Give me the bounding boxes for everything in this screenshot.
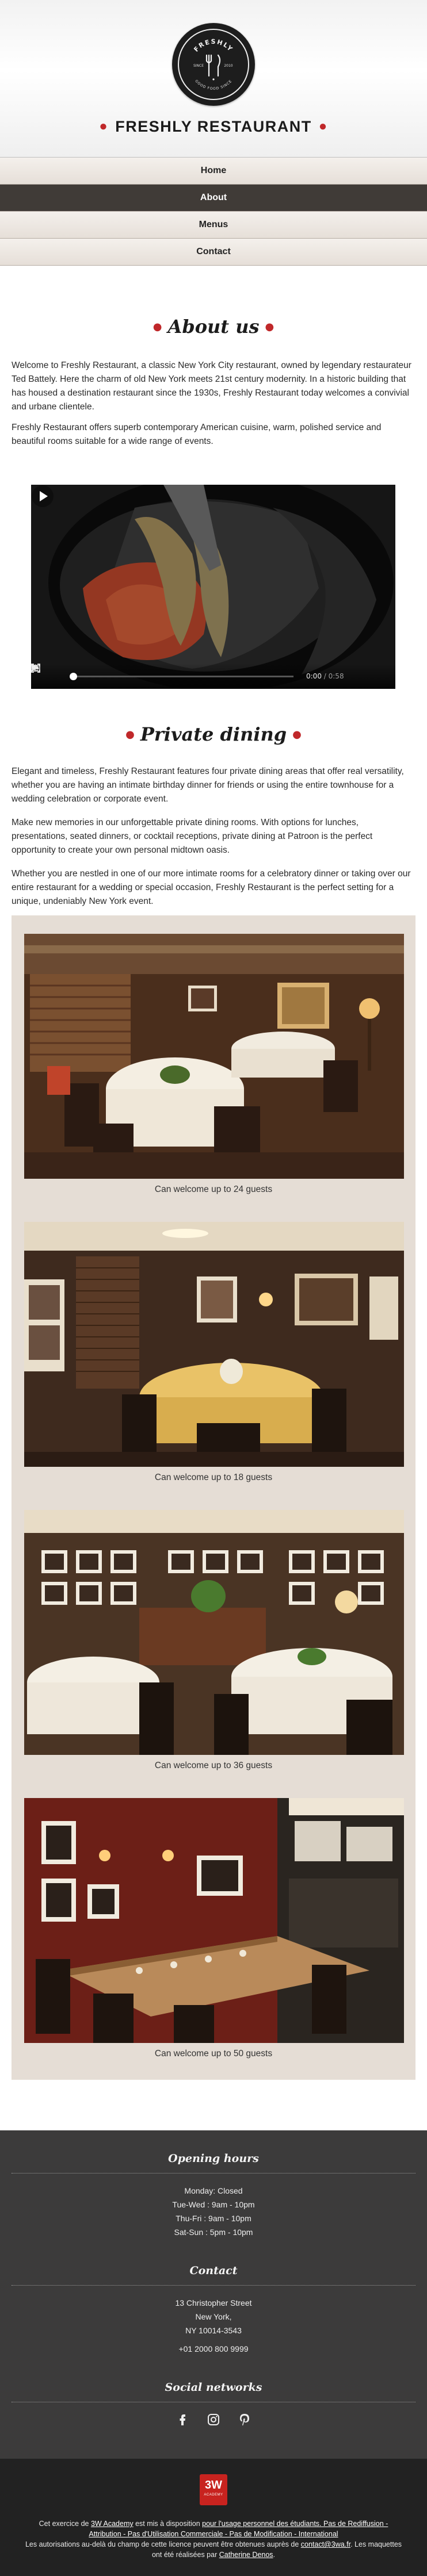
bullet-icon: ● <box>152 321 162 333</box>
svg-text:FRESHLY: FRESHLY <box>192 38 234 53</box>
dining-paragraph: Elegant and timeless, Freshly Restaurant… <box>12 766 404 804</box>
restaurant-logo[interactable]: FRESHLY GOOD FOOD SINCE SINCE 2010 <box>172 23 255 106</box>
video-current-time: 0:00 <box>306 672 322 680</box>
phone-number[interactable]: +01 2000 800 9999 <box>0 2342 427 2356</box>
about-title: ● About us ● <box>0 316 427 338</box>
pinterest-icon[interactable] <box>238 2413 251 2426</box>
hours-line: Thu-Fri : 9am - 10pm <box>176 2214 251 2223</box>
play-icon[interactable] <box>31 485 54 508</box>
room-card: Can welcome up to 50 guests <box>24 1798 404 2063</box>
room-caption: Can welcome up to 24 guests <box>154 1184 273 1194</box>
address-line: 13 Christopher Street <box>175 2298 252 2307</box>
private-dining-title-text: Private dining <box>140 723 287 745</box>
room-card: Can welcome up to 24 guests <box>24 934 404 1198</box>
nav-item-menus[interactable]: Menus <box>0 212 427 239</box>
bullet-icon: ● <box>292 729 302 741</box>
hours-line: Sat-Sun : 5pm - 10pm <box>174 2228 253 2237</box>
site-header: FRESHLY GOOD FOOD SINCE SINCE 2010 ● FRES… <box>0 0 427 157</box>
about-paragraph: Welcome to Freshly Restaurant, a classic… <box>12 361 411 412</box>
room-caption: Can welcome up to 36 guests <box>154 1761 273 1770</box>
main-navigation: Home About Menus Contact <box>0 157 427 266</box>
site-title-text: FRESHLY RESTAURANT <box>115 118 312 135</box>
dining-room-image <box>24 1798 404 2043</box>
logo-left-text: SINCE <box>193 64 204 68</box>
room-card: Can welcome up to 18 guests <box>24 1222 404 1486</box>
room-caption: Can welcome up to 50 guests <box>154 2049 273 2058</box>
3w-academy-logo[interactable]: 3W ACADEMY <box>200 2474 227 2505</box>
about-title-text: About us <box>167 316 260 338</box>
divider <box>12 2285 415 2286</box>
video-time: 0:00 / 0:58 <box>306 672 344 680</box>
hours-line: Tue-Wed : 9am - 10pm <box>172 2200 255 2209</box>
contact-email-link[interactable]: contact@3wa.fr <box>301 2540 350 2548</box>
fullscreen-icon[interactable] <box>31 664 40 673</box>
facebook-icon[interactable] <box>176 2413 189 2426</box>
dining-paragraph: Whether you are nestled in one of our mo… <box>12 869 411 906</box>
3w-academy-link[interactable]: 3W Academy <box>91 2520 134 2528</box>
nav-item-about[interactable]: About <box>0 185 427 212</box>
room-photo[interactable] <box>24 1798 404 2043</box>
room-photo[interactable] <box>24 934 404 1179</box>
video-duration: 0:58 <box>328 672 344 680</box>
dining-paragraph: Make new memories in our unforgettable p… <box>12 818 373 855</box>
license-text-part: Les autorisations au-delà du champ de ce… <box>25 2540 301 2548</box>
rooms-gallery: Can welcome up to 24 guests Can welcome … <box>12 915 415 2080</box>
video-player[interactable]: 0:00 / 0:58 <box>31 485 395 689</box>
3w-badge-sub: ACADEMY <box>204 2493 223 2497</box>
opening-hours-list: Monday: Closed Tue-Wed : 9am - 10pm Thu-… <box>0 2184 427 2239</box>
contact-list: 13 Christopher Street New York, NY 10014… <box>0 2296 427 2356</box>
bullet-icon: ● <box>125 729 135 741</box>
3w-badge-main: 3W <box>205 2479 222 2491</box>
address-line: NY 10014-3543 <box>185 2326 242 2335</box>
video-progress-bar[interactable] <box>70 673 293 680</box>
instagram-icon[interactable] <box>207 2413 220 2426</box>
room-caption: Can welcome up to 18 guests <box>154 1473 273 1482</box>
license-text-part: Cet exercice de <box>39 2520 91 2528</box>
social-links <box>0 2413 427 2426</box>
nav-item-contact[interactable]: Contact <box>0 239 427 266</box>
knife-icon <box>217 54 221 77</box>
dining-room-image <box>24 1510 404 1755</box>
site-footer: Opening hours Monday: Closed Tue-Wed : 9… <box>0 2130 427 2459</box>
logo-emblem: FRESHLY GOOD FOOD SINCE SINCE 2010 <box>192 38 234 91</box>
video-frame <box>31 485 395 689</box>
bullet-icon: ● <box>318 118 328 134</box>
hours-line: Monday: Closed <box>184 2186 243 2195</box>
room-photo[interactable] <box>24 1510 404 1755</box>
video-controls: 0:00 / 0:58 <box>31 664 395 689</box>
opening-hours-title: Opening hours <box>168 2152 259 2165</box>
site-title: ● FRESHLY RESTAURANT ● <box>0 118 427 136</box>
address-line: New York, <box>195 2312 232 2321</box>
logo-right-text: 2010 <box>224 64 232 68</box>
main-content: ● About us ● Welcome to Freshly Restaurant… <box>0 316 427 2080</box>
about-paragraph: Freshly Restaurant offers superb contemp… <box>12 423 382 446</box>
author-link[interactable]: Catherine Denos <box>219 2551 273 2559</box>
dining-room-image <box>24 1222 404 1467</box>
bullet-icon: ● <box>265 321 274 333</box>
social-networks-title: Social networks <box>165 2381 262 2394</box>
svg-text:GOOD FOOD SINCE: GOOD FOOD SINCE <box>194 79 232 91</box>
bullet-icon: ● <box>99 118 109 134</box>
fork-icon <box>205 54 212 77</box>
dining-room-image <box>24 934 404 1179</box>
video-time-separator: / <box>321 672 329 680</box>
divider <box>12 2173 415 2174</box>
license-bar: 3W ACADEMY Cet exercice de 3W Academy es… <box>0 2459 427 2576</box>
private-dining-title: ● Private dining ● <box>0 723 427 745</box>
logo-bottom-text: GOOD FOOD SINCE <box>194 79 232 91</box>
logo-top-text: FRESHLY <box>192 38 233 53</box>
nav-item-home[interactable]: Home <box>0 158 427 185</box>
license-text: Cet exercice de 3W Academy est mis à dis… <box>23 2518 404 2560</box>
contact-title: Contact <box>189 2264 238 2277</box>
license-text-part: est mis à disposition <box>133 2520 203 2528</box>
video-progress-handle[interactable] <box>70 673 77 680</box>
license-text-part: . <box>273 2551 276 2559</box>
room-card: Can welcome up to 36 guests <box>24 1510 404 1774</box>
room-photo[interactable] <box>24 1222 404 1467</box>
